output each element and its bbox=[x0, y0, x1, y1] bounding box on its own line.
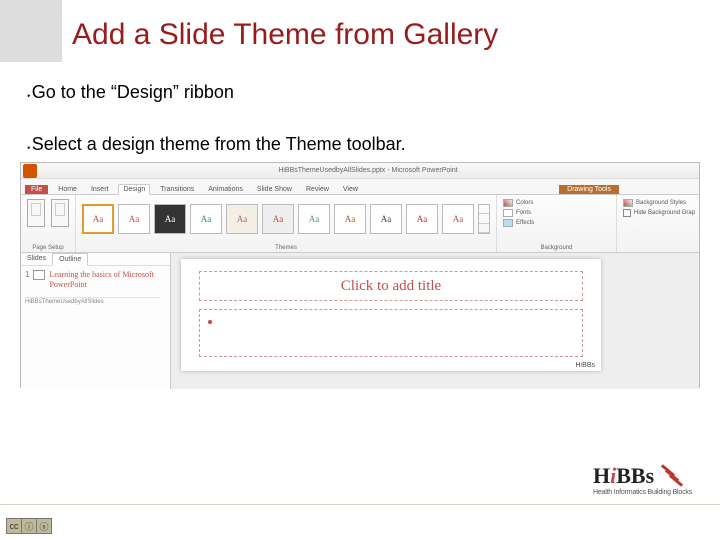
logo-stairs-icon bbox=[658, 467, 688, 487]
powerpoint-screenshot: HiBBsThemeUsedbyAllSlides.pptx - Microso… bbox=[20, 162, 700, 388]
decorative-corner bbox=[0, 0, 62, 62]
cc-license-badges: cc ⓘ ⓢ bbox=[6, 518, 51, 534]
theme-thumbnail[interactable]: Aa bbox=[370, 204, 402, 234]
ribbon-group-label: Background bbox=[503, 245, 610, 251]
slide-nav-panel: Slides Outline 1 Learning the basics of … bbox=[21, 253, 171, 389]
fonts-icon bbox=[503, 209, 513, 217]
tab-drawing-tools[interactable]: Drawing Tools bbox=[559, 185, 619, 194]
tab-view[interactable]: View bbox=[339, 185, 362, 194]
theme-thumbnail[interactable]: Aa bbox=[406, 204, 438, 234]
bullet-icon bbox=[208, 320, 212, 324]
outline-title: Learning the basics of Microsoft PowerPo… bbox=[49, 270, 159, 289]
powerpoint-icon bbox=[23, 164, 37, 178]
effects-icon bbox=[503, 219, 513, 227]
content-placeholder[interactable] bbox=[199, 309, 583, 357]
hibbs-logo: HiBBs Health Informatics Building Blocks bbox=[593, 463, 692, 496]
bottom-bar: cc ⓘ ⓢ bbox=[0, 504, 720, 540]
nav-tab-outline[interactable]: Outline bbox=[52, 253, 88, 266]
ribbon-group-background: Colors Fonts Effects Background bbox=[497, 195, 617, 252]
theme-thumbnail[interactable]: Aa bbox=[226, 204, 258, 234]
page-title: Add a Slide Theme from Gallery bbox=[72, 18, 700, 52]
theme-thumbnail[interactable]: Aa bbox=[82, 204, 114, 234]
editor-body: Slides Outline 1 Learning the basics of … bbox=[21, 253, 699, 389]
colors-button[interactable]: Colors bbox=[503, 199, 610, 207]
title-placeholder[interactable]: Click to add title bbox=[199, 271, 583, 301]
slide-number: 1 bbox=[25, 270, 29, 289]
ribbon-group-label: Page Setup bbox=[27, 245, 69, 251]
themes-gallery: Aa Aa Aa Aa Aa Aa Aa Aa Aa Aa Aa bbox=[82, 199, 490, 239]
theme-thumbnail[interactable]: Aa bbox=[334, 204, 366, 234]
slide-icon bbox=[33, 270, 45, 280]
ribbon: Page Setup Aa Aa Aa Aa Aa Aa Aa Aa Aa Aa… bbox=[21, 195, 699, 253]
slide-footer-logo: HiBBs bbox=[576, 362, 595, 369]
outline-item[interactable]: 1 Learning the basics of Microsoft Power… bbox=[21, 266, 170, 293]
cc-badge: cc bbox=[6, 518, 22, 534]
tab-animations[interactable]: Animations bbox=[204, 185, 247, 194]
bullet-marker: ་ bbox=[24, 82, 28, 132]
fonts-button[interactable]: Fonts bbox=[503, 209, 610, 217]
slide-canvas: Click to add title HiBBs bbox=[181, 259, 601, 371]
tab-home[interactable]: Home bbox=[54, 185, 81, 194]
tab-insert[interactable]: Insert bbox=[87, 185, 113, 194]
nav-tab-slides[interactable]: Slides bbox=[21, 253, 52, 265]
tab-review[interactable]: Review bbox=[302, 185, 333, 194]
bullet-text: Select a design theme from the Theme too… bbox=[32, 134, 406, 155]
bullet-item: ་ Go to the “Design” ribbon bbox=[24, 82, 700, 132]
theme-thumbnail[interactable]: Aa bbox=[298, 204, 330, 234]
bg-styles-icon bbox=[623, 199, 633, 207]
ribbon-group-background-2: Background Styles Hide Background Grap bbox=[617, 195, 707, 252]
window-titlebar: HiBBsThemeUsedbyAllSlides.pptx - Microso… bbox=[21, 163, 699, 179]
colors-icon bbox=[503, 199, 513, 207]
themes-more-button[interactable] bbox=[478, 204, 490, 234]
tab-transitions[interactable]: Transitions bbox=[156, 185, 198, 194]
effects-button[interactable]: Effects bbox=[503, 219, 610, 227]
ribbon-group-page-setup: Page Setup bbox=[21, 195, 76, 252]
theme-thumbnail[interactable]: Aa bbox=[118, 204, 150, 234]
window-title: HiBBsThemeUsedbyAllSlides.pptx - Microso… bbox=[37, 167, 699, 174]
ribbon-tabbar: File Home Insert Design Transitions Anim… bbox=[21, 179, 699, 195]
ribbon-group-themes: Aa Aa Aa Aa Aa Aa Aa Aa Aa Aa Aa Themes bbox=[76, 195, 497, 252]
cc-badge: ⓘ bbox=[21, 518, 37, 534]
hide-bg-checkbox[interactable]: Hide Background Grap bbox=[623, 209, 701, 217]
logo-tagline: Health Informatics Building Blocks bbox=[593, 489, 692, 496]
checkbox-icon bbox=[623, 209, 631, 217]
tab-file[interactable]: File bbox=[25, 185, 48, 194]
bg-styles-button[interactable]: Background Styles bbox=[623, 199, 701, 207]
cc-badge: ⓢ bbox=[36, 518, 52, 534]
page-setup-button[interactable] bbox=[27, 199, 45, 227]
theme-thumbnail[interactable]: Aa bbox=[442, 204, 474, 234]
nav-tabs: Slides Outline bbox=[21, 253, 170, 266]
theme-thumbnail[interactable]: Aa bbox=[262, 204, 294, 234]
bullet-text: Go to the “Design” ribbon bbox=[32, 82, 234, 103]
theme-thumbnail[interactable]: Aa bbox=[190, 204, 222, 234]
outline-separator: HiBBsThemeUsedbyAllSlides bbox=[25, 297, 160, 309]
logo-text: HiBBs bbox=[593, 463, 654, 488]
slide-orientation-button[interactable] bbox=[51, 199, 69, 227]
ribbon-group-label: Themes bbox=[82, 245, 490, 251]
tab-slideshow[interactable]: Slide Show bbox=[253, 185, 296, 194]
theme-thumbnail[interactable]: Aa bbox=[154, 204, 186, 234]
tab-design[interactable]: Design bbox=[118, 184, 150, 195]
